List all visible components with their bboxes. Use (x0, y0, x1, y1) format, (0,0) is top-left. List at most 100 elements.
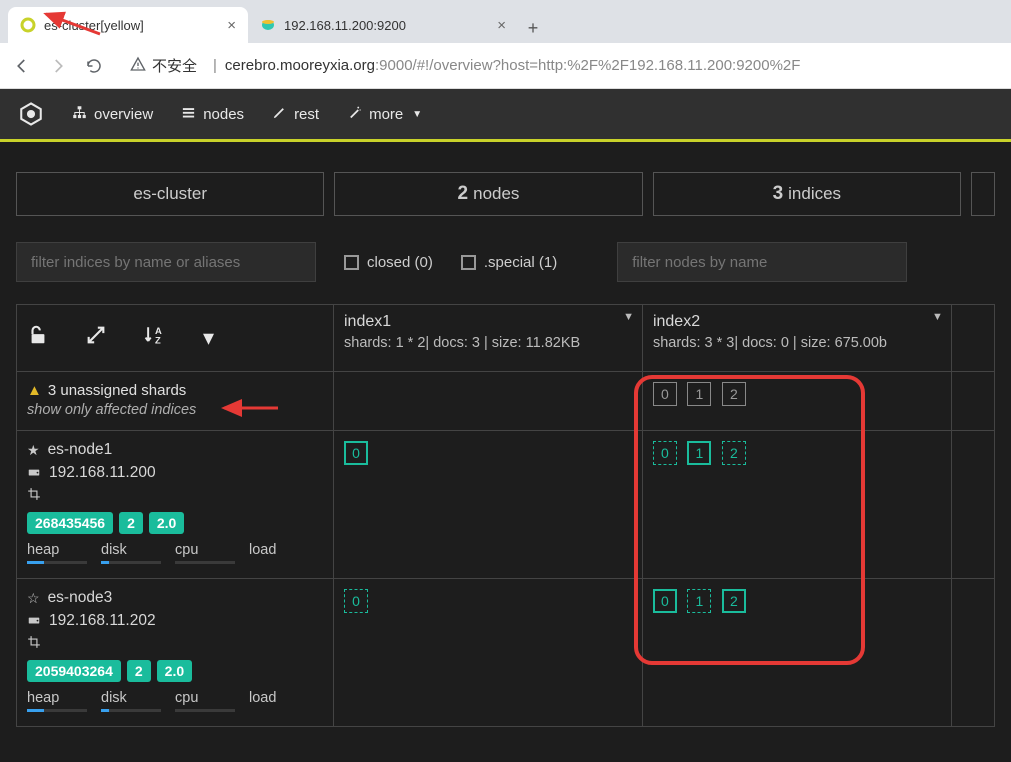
badge: 2 (127, 660, 151, 682)
node-name: es-node1 (48, 441, 113, 459)
pencil-icon (272, 105, 287, 123)
nav-more[interactable]: more ▼ (347, 105, 422, 123)
nav-label: more (369, 106, 403, 123)
nav-nodes[interactable]: nodes (181, 105, 244, 123)
node-host: 192.168.11.200 (49, 464, 156, 482)
special-checkbox[interactable]: .special (1) (461, 254, 557, 271)
shard-primary[interactable]: 0 (344, 441, 368, 465)
unlock-icon[interactable] (27, 324, 49, 352)
warning-subtext[interactable]: show only affected indices (27, 402, 323, 418)
chevron-down-icon[interactable]: ▾ (203, 325, 214, 351)
special-label: .special (1) (484, 254, 557, 271)
node-row-2: ☆es-node3 192.168.11.202 2059403264 2 2.… (17, 579, 995, 727)
browser-tab-inactive[interactable]: 192.168.11.200:9200 × (248, 7, 518, 43)
stat-cpu: cpu (175, 690, 249, 706)
star-outline-icon: ☆ (27, 590, 40, 607)
nav-label: nodes (203, 106, 244, 123)
chevron-down-icon: ▼ (412, 109, 422, 120)
back-button[interactable] (10, 54, 34, 78)
nodes-count: 2 (458, 183, 469, 205)
indices-count-box[interactable]: 3indices (653, 172, 961, 216)
filter-nodes-input[interactable] (617, 242, 907, 282)
browser-tab-active[interactable]: es-cluster[yellow] × (8, 7, 248, 43)
app-navbar: overview nodes rest more ▼ (0, 89, 1011, 139)
url-path: :9000/#!/overview?host=http:%2F%2F192.16… (375, 57, 800, 74)
address-bar[interactable]: 不安全 | cerebro.mooreyxia.org:9000/#!/over… (118, 50, 1001, 82)
insecure-label: 不安全 (152, 55, 197, 76)
close-icon[interactable]: × (497, 17, 506, 34)
cerebro-logo-icon[interactable] (18, 101, 44, 127)
stat-load: load (249, 542, 323, 558)
indices-label: indices (788, 184, 841, 204)
reload-button[interactable] (82, 54, 106, 78)
new-tab-button[interactable]: + (518, 13, 548, 43)
nodes-count-box[interactable]: 2nodes (334, 172, 642, 216)
stat-load: load (249, 690, 323, 706)
shard-replica[interactable]: 0 (344, 589, 368, 613)
index-name: index2 (653, 313, 941, 331)
node-stats: heap disk cpu load (27, 690, 323, 712)
close-icon[interactable]: × (227, 17, 236, 34)
closed-label: closed (0) (367, 254, 433, 271)
extra-box[interactable] (971, 172, 995, 216)
nav-overview[interactable]: overview (72, 105, 153, 123)
nav-rest[interactable]: rest (272, 105, 319, 123)
stat-heap: heap (27, 542, 101, 558)
index-header-2[interactable]: index2 shards: 3 * 3| docs: 0 | size: 67… (643, 305, 951, 359)
cluster-name-box[interactable]: es-cluster (16, 172, 324, 216)
checkbox-icon (461, 255, 476, 270)
disk-icon (27, 613, 41, 630)
sitemap-icon (72, 105, 87, 123)
expand-icon[interactable] (85, 324, 107, 352)
index-name: index1 (344, 313, 632, 331)
shard-replica[interactable]: 2 (722, 441, 746, 465)
shard-unassigned[interactable]: 0 (653, 382, 677, 406)
checkbox-icon (344, 255, 359, 270)
stat-cpu: cpu (175, 542, 249, 558)
badge: 2.0 (149, 512, 184, 534)
stat-disk: disk (101, 542, 175, 558)
star-filled-icon: ★ (27, 442, 40, 459)
chevron-down-icon[interactable]: ▼ (932, 311, 943, 323)
unassigned-row: ▲ 3 unassigned shards show only affected… (17, 372, 995, 431)
shard-replica[interactable]: 1 (687, 589, 711, 613)
shard-primary[interactable]: 2 (722, 589, 746, 613)
favicon-es-icon (260, 17, 276, 33)
shard-primary[interactable]: 0 (653, 589, 677, 613)
sort-az-icon[interactable]: AZ (143, 324, 167, 352)
insecure-warning-icon (130, 56, 146, 76)
nav-label: rest (294, 106, 319, 123)
chevron-down-icon[interactable]: ▼ (623, 311, 634, 323)
shard-unassigned[interactable]: 2 (722, 382, 746, 406)
shards-table: AZ ▾ index1 shards: 1 * 2| docs: 3 | siz… (16, 304, 995, 727)
cluster-name: es-cluster (133, 184, 207, 204)
address-separator: | (213, 57, 217, 74)
index-header-1[interactable]: index1 shards: 1 * 2| docs: 3 | size: 11… (334, 305, 642, 359)
stat-disk: disk (101, 690, 175, 706)
url-host: cerebro.mooreyxia.org (225, 57, 375, 74)
summary-row: es-cluster 2nodes 3indices (0, 142, 1011, 236)
filter-indices-input[interactable] (16, 242, 316, 282)
node-badges: 268435456 2 2.0 (27, 512, 323, 534)
node-name: es-node3 (48, 589, 113, 607)
node-badges: 2059403264 2 2.0 (27, 660, 323, 682)
forward-button[interactable] (46, 54, 70, 78)
badge: 2059403264 (27, 660, 121, 682)
unassigned-warning[interactable]: ▲ 3 unassigned shards (27, 382, 323, 399)
nav-label: overview (94, 106, 153, 123)
nodes-label: nodes (473, 184, 519, 204)
badge: 2.0 (157, 660, 192, 682)
badge: 268435456 (27, 512, 113, 534)
stat-heap: heap (27, 690, 101, 706)
shard-unassigned[interactable]: 1 (687, 382, 711, 406)
tab-title: 192.168.11.200:9200 (284, 18, 489, 33)
node-stats: heap disk cpu load (27, 542, 323, 564)
browser-toolbar: 不安全 | cerebro.mooreyxia.org:9000/#!/over… (0, 43, 1011, 89)
table-header-controls: AZ ▾ (17, 305, 333, 371)
list-icon (181, 105, 196, 123)
shard-replica[interactable]: 0 (653, 441, 677, 465)
closed-checkbox[interactable]: closed (0) (344, 254, 433, 271)
wand-icon (347, 105, 362, 123)
svg-text:Z: Z (155, 335, 161, 346)
shard-primary[interactable]: 1 (687, 441, 711, 465)
